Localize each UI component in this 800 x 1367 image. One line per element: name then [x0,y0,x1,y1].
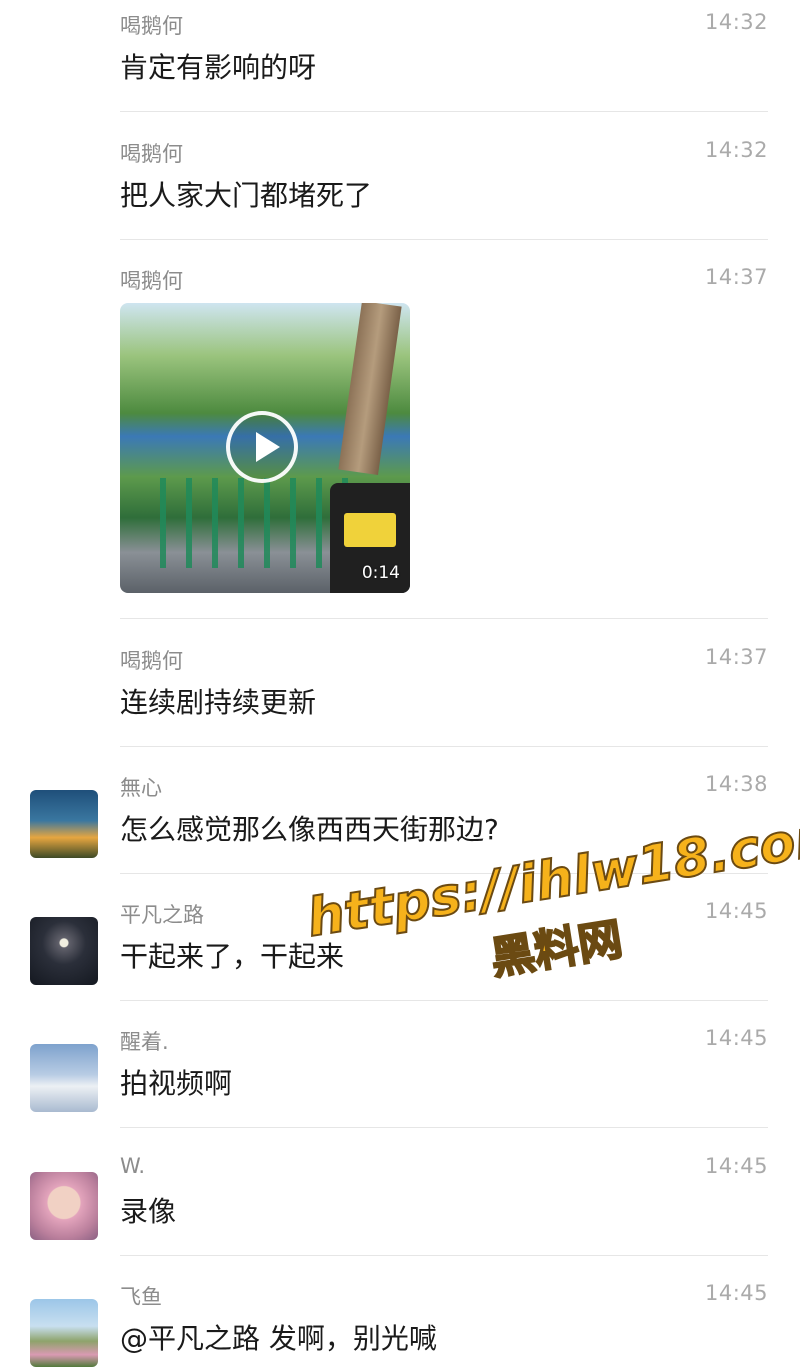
sender-name: 喝鹅何 [120,269,183,293]
message-row[interactable]: 飞鱼 14:45 @平凡之路 发啊，别光喊 [0,1271,800,1367]
message-time: 14:45 [704,1281,768,1305]
message-time: 14:45 [704,899,768,923]
avatar[interactable] [30,1044,98,1112]
divider [120,618,768,619]
message-text: 把人家大门都堵死了 [120,179,373,212]
avatar[interactable] [30,790,98,858]
message-time: 14:38 [704,772,768,796]
divider [120,1000,768,1001]
play-icon[interactable] [226,411,298,483]
message-row[interactable]: W. 14:45 录像 [0,1144,800,1256]
avatar[interactable] [30,917,98,985]
message-text: 连续剧持续更新 [120,686,317,719]
message-row[interactable]: 喝鹅何 14:37 0:14 [0,255,800,619]
message-time: 14:32 [704,10,768,34]
message-time: 14:37 [704,645,768,669]
video-duration: 0:14 [361,563,400,583]
divider [120,746,768,747]
video-thumbnail[interactable]: 0:14 [120,303,410,593]
sender-name: W. [120,1154,146,1178]
message-row[interactable]: 醒着. 14:45 拍视频啊 [0,1016,800,1128]
message-time: 14:45 [704,1154,768,1178]
message-row[interactable]: 無心 14:38 怎么感觉那么像西西天街那边? [0,762,800,874]
message-row[interactable]: 喝鹅何 14:37 连续剧持续更新 [0,635,800,747]
tree-trunk [338,303,402,475]
message-row[interactable]: 喝鹅何 14:32 肯定有影响的呀 [0,0,800,112]
avatar[interactable] [30,1299,98,1367]
divider [120,1127,768,1128]
sender-name: 喝鹅何 [120,142,183,166]
sender-name: 飞鱼 [120,1285,162,1309]
divider [120,239,768,240]
divider [120,873,768,874]
sender-name: 平凡之路 [120,903,204,927]
sender-name: 醒着. [120,1030,169,1054]
message-text: 怎么感觉那么像西西天街那边? [120,813,499,846]
avatar[interactable] [30,1172,98,1240]
message-row[interactable]: 平凡之路 14:45 干起来了，干起来 [0,889,800,1001]
message-time: 14:37 [704,265,768,289]
message-row[interactable]: 喝鹅何 14:32 把人家大门都堵死了 [0,128,800,240]
divider [120,1255,768,1256]
message-text: 干起来了，干起来 [120,940,345,973]
message-time: 14:45 [704,1026,768,1050]
sender-name: 喝鹅何 [120,14,183,38]
chat-message-list: 喝鹅何 14:32 肯定有影响的呀 喝鹅何 14:32 把人家大门都堵死了 喝鹅… [0,0,800,1367]
message-text: 肯定有影响的呀 [120,51,317,84]
message-text: 录像 [120,1195,177,1228]
sender-name: 喝鹅何 [120,649,183,673]
divider [120,111,768,112]
message-time: 14:32 [704,138,768,162]
message-text: @平凡之路 发啊，别光喊 [120,1322,437,1355]
sender-name: 無心 [120,776,162,800]
message-text: 拍视频啊 [120,1067,233,1100]
